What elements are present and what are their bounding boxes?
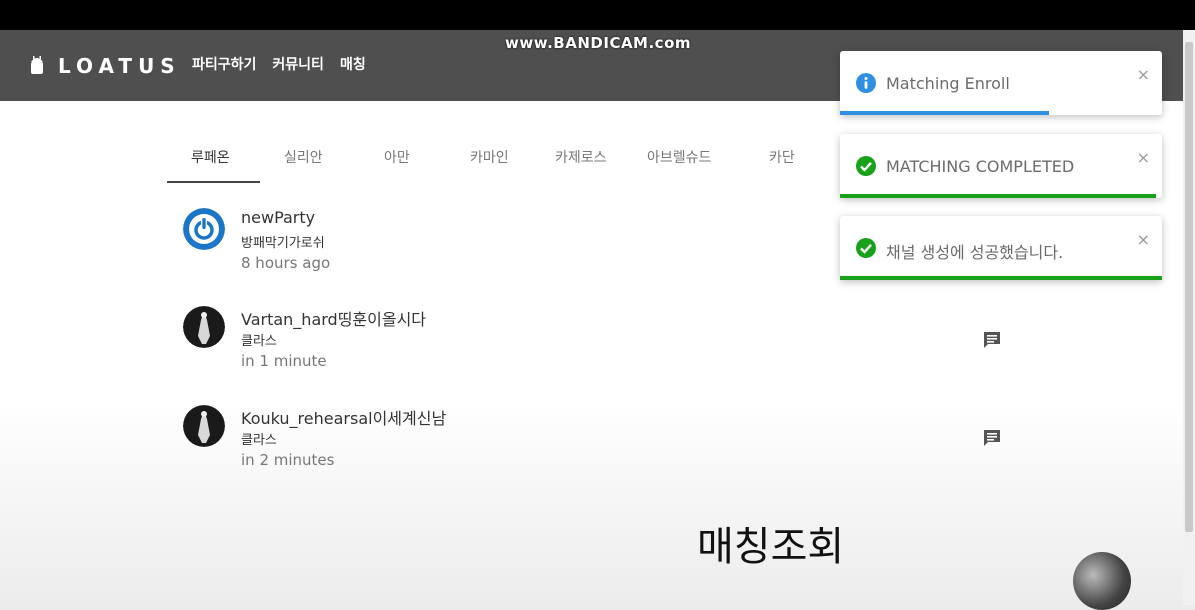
main-nav: 파티구하기 커뮤니티 매칭 [192,54,366,74]
list-item-time: in 1 minute [241,352,327,370]
tab-server-6[interactable]: 아브렐슈드 [647,147,711,167]
check-circle-icon [856,156,876,176]
info-icon [856,73,876,93]
nav-item-matching[interactable]: 매칭 [340,54,366,74]
toast-success: MATCHING COMPLETED × [840,134,1162,198]
toast-progress [840,194,1156,198]
list-item[interactable]: Kouku_rehearsal이세계신남 클라스 in 2 minutes [183,405,683,471]
list-item[interactable]: newParty 방패막기가로쉬 8 hours ago [183,208,683,274]
nav-item-party[interactable]: 파티구하기 [192,54,256,74]
chat-icon[interactable] [982,428,1002,448]
toast-message: Matching Enroll [886,74,1010,93]
toast-progress [840,111,1050,115]
tab-server-4[interactable]: 카마인 [470,147,509,167]
toast-message: MATCHING COMPLETED [886,157,1075,176]
scrollbar-thumb[interactable] [1185,42,1193,532]
close-icon[interactable]: × [1137,65,1150,84]
android-logo-icon [31,56,43,74]
tab-server-5[interactable]: 카제로스 [555,147,607,167]
character-avatar [183,405,225,447]
page-caption: 매칭조회 [697,524,845,570]
scrollbar[interactable] [1183,30,1195,605]
list-item-title: newParty [241,208,316,227]
check-circle-icon [856,238,876,258]
close-icon[interactable]: × [1137,148,1150,167]
list-item-subtitle: 클라스 [241,433,277,448]
toast-success: 채널 생성에 성공했습니다. × [840,216,1162,280]
list-item-time: 8 hours ago [241,254,331,272]
list-item-subtitle: 방패막기가로쉬 [241,236,325,251]
server-tabs: 루페온 실리안 아만 카마인 카제로스 아브렐슈드 카단 [167,147,827,183]
logo-text: LOATUS [58,54,181,78]
active-tab-indicator [167,181,260,183]
floating-avatar-button[interactable] [1073,552,1131,610]
nav-item-community[interactable]: 커뮤니티 [272,54,324,74]
window-top-bar [0,0,1195,30]
list-item-subtitle: 클라스 [241,334,277,349]
list-item-time: in 2 minutes [241,451,335,469]
list-item-title: Vartan_hard띵훈이올시다 [241,310,427,329]
close-icon[interactable]: × [1137,230,1150,249]
power-icon [183,208,225,250]
tab-server-7[interactable]: 카단 [769,147,795,167]
list-item[interactable]: Vartan_hard띵훈이올시다 클라스 in 1 minute [183,306,683,372]
toast-info: Matching Enroll × [840,51,1162,115]
toast-progress [840,276,1162,280]
tab-server-1[interactable]: 루페온 [191,147,230,167]
tab-server-2[interactable]: 실리안 [284,147,323,167]
chat-icon[interactable] [982,330,1002,350]
tab-server-3[interactable]: 아만 [384,147,410,167]
logo[interactable]: LOATUS [30,54,181,78]
toast-message: 채널 생성에 성공했습니다. [886,243,1064,262]
list-item-title: Kouku_rehearsal이세계신남 [241,409,447,428]
recording-watermark: www.BANDICAM.com [505,34,692,52]
character-avatar [183,306,225,348]
